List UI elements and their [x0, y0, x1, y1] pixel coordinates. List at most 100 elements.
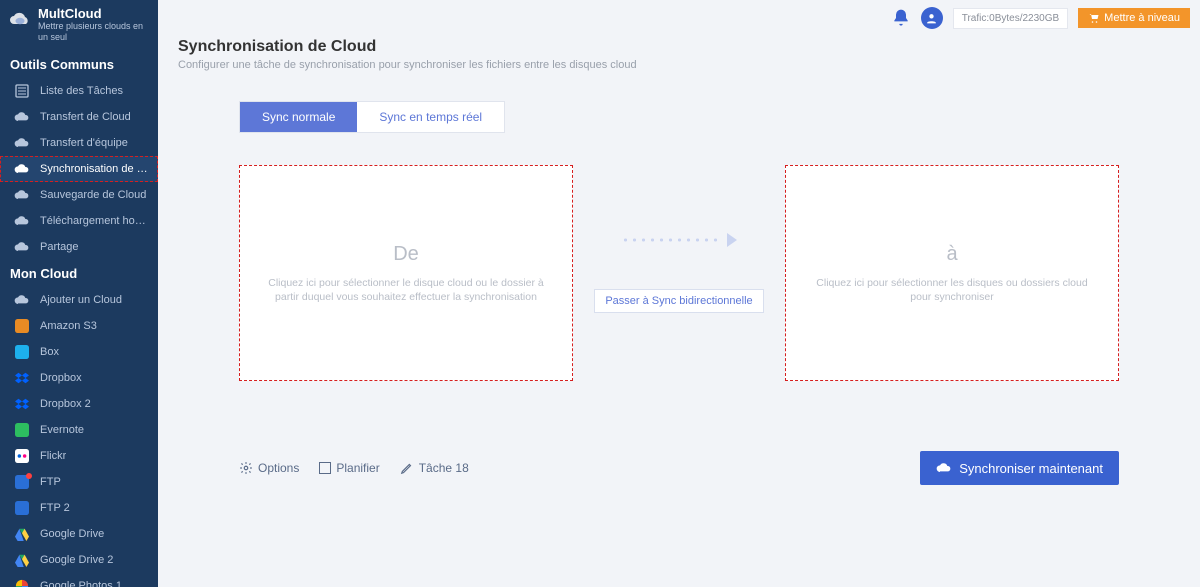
sidebar-item-label: Flickr [40, 450, 66, 462]
google-drive-icon [14, 552, 30, 568]
cloud-sync-icon [14, 161, 30, 177]
topbar: Trafic:0Bytes/2230GB Mettre à niveau [158, 0, 1200, 36]
notification-bell-icon[interactable] [891, 8, 911, 28]
sidebar-item-label: Dropbox [40, 372, 82, 384]
sidebar-item-label: Sauvegarde de Cloud [40, 189, 146, 201]
sidebar-item-label: Google Drive 2 [40, 554, 113, 566]
user-avatar[interactable] [921, 7, 943, 29]
evernote-icon [14, 422, 30, 438]
add-cloud-icon [14, 292, 30, 308]
target-description: Cliquez ici pour sélectionner les disque… [806, 276, 1098, 304]
dropbox-icon [14, 396, 30, 412]
sidebar-item-google-photos-1[interactable]: Google Photos 1 [0, 573, 158, 587]
direction-arrow [621, 233, 737, 247]
sidebar-item-box[interactable]: Box [0, 339, 158, 365]
arrow-head-icon [727, 233, 737, 247]
schedule-label: Planifier [336, 461, 379, 475]
sidebar-item-label: Synchronisation de Cloud [40, 163, 148, 175]
cloud-sync-icon [936, 460, 952, 476]
google-photos-icon [14, 578, 30, 587]
task-name-field[interactable]: Tâche 18 [400, 461, 469, 475]
main-area: Trafic:0Bytes/2230GB Mettre à niveau Syn… [158, 0, 1200, 587]
cart-icon [1088, 12, 1100, 24]
options-label: Options [258, 461, 299, 475]
checkbox-icon [319, 462, 331, 474]
sidebar-item-label: Amazon S3 [40, 320, 97, 332]
sync-mode-tabs: Sync normale Sync en temps réel [239, 101, 505, 133]
sidebar-item-cloud-sync[interactable]: Synchronisation de Cloud [0, 156, 158, 182]
brand-block[interactable]: MultCloud Mettre plusieurs clouds en un … [0, 0, 158, 51]
sync-now-button[interactable]: Synchroniser maintenant [920, 451, 1119, 485]
upgrade-button[interactable]: Mettre à niveau [1078, 8, 1190, 28]
sidebar-item-share[interactable]: Partage [0, 234, 158, 260]
sidebar-item-ftp-2[interactable]: FTP 2 [0, 495, 158, 521]
sidebar-item-label: Ajouter un Cloud [40, 294, 122, 306]
sync-now-label: Synchroniser maintenant [959, 461, 1103, 476]
notification-dot [26, 473, 32, 479]
sidebar-item-cloud-transfer[interactable]: Transfert de Cloud [0, 104, 158, 130]
pencil-icon [400, 461, 414, 475]
ftp-icon [14, 500, 30, 516]
sidebar-item-label: Dropbox 2 [40, 398, 91, 410]
tab-realtime-sync[interactable]: Sync en temps réel [357, 102, 504, 132]
sidebar-item-label: Google Drive [40, 528, 104, 540]
sidebar-item-ftp[interactable]: FTP [0, 469, 158, 495]
flickr-icon [14, 448, 30, 464]
upgrade-label: Mettre à niveau [1104, 12, 1180, 24]
sidebar-section-tools: Outils Communs [0, 51, 158, 78]
arrow-dots [621, 238, 721, 242]
sidebar-section-mycloud: Mon Cloud [0, 260, 158, 287]
sidebar-item-label: Liste des Tâches [40, 85, 123, 97]
sidebar-item-team-transfer[interactable]: Transfert d'équipe [0, 130, 158, 156]
sidebar-item-google-drive[interactable]: Google Drive [0, 521, 158, 547]
source-title: De [393, 243, 419, 266]
source-description: Cliquez ici pour sélectionner le disque … [260, 276, 552, 304]
tab-normal-sync[interactable]: Sync normale [240, 102, 357, 132]
sidebar-item-add-cloud[interactable]: Ajouter un Cloud [0, 287, 158, 313]
content: Synchronisation de Cloud Configurer une … [158, 36, 1200, 587]
sidebar-item-dropbox-2[interactable]: Dropbox 2 [0, 391, 158, 417]
amazon-s3-icon [14, 318, 30, 334]
sidebar-item-offline-download[interactable]: Téléchargement hors ligne [0, 208, 158, 234]
gear-icon [239, 461, 253, 475]
switch-bidirectional-button[interactable]: Passer à Sync bidirectionnelle [594, 289, 763, 313]
cloud-icon [14, 135, 30, 151]
options-link[interactable]: Options [239, 461, 299, 475]
sidebar-item-google-drive-2[interactable]: Google Drive 2 [0, 547, 158, 573]
sidebar-item-label: Evernote [40, 424, 84, 436]
target-drop-panel[interactable]: à Cliquez ici pour sélectionner les disq… [785, 165, 1119, 381]
source-drop-panel[interactable]: De Cliquez ici pour sélectionner le disq… [239, 165, 573, 381]
sidebar-item-amazon-s3[interactable]: Amazon S3 [0, 313, 158, 339]
download-cloud-icon [14, 213, 30, 229]
sidebar-item-label: FTP [40, 476, 61, 488]
sidebar-item-label: Transfert de Cloud [40, 111, 131, 123]
sidebar-item-label: Partage [40, 241, 79, 253]
traffic-indicator[interactable]: Trafic:0Bytes/2230GB [953, 8, 1068, 29]
sidebar-item-flickr[interactable]: Flickr [0, 443, 158, 469]
sidebar-item-label: Google Photos 1 [40, 580, 122, 587]
schedule-link[interactable]: Planifier [319, 461, 379, 475]
dropbox-icon [14, 370, 30, 386]
cloud-icon [14, 187, 30, 203]
direction-middle: Passer à Sync bidirectionnelle [573, 233, 785, 313]
sidebar-item-label: FTP 2 [40, 502, 70, 514]
brand-tagline: Mettre plusieurs clouds en un seul [38, 21, 150, 43]
task-name-text: Tâche 18 [419, 461, 469, 475]
share-cloud-icon [14, 239, 30, 255]
sidebar-item-label: Transfert d'équipe [40, 137, 128, 149]
page-title: Synchronisation de Cloud [178, 38, 1180, 56]
sidebar-item-evernote[interactable]: Evernote [0, 417, 158, 443]
sidebar-item-tasklist[interactable]: Liste des Tâches [0, 78, 158, 104]
box-icon [14, 344, 30, 360]
sidebar-item-dropbox[interactable]: Dropbox [0, 365, 158, 391]
brand-cloud-icon [8, 8, 32, 32]
sidebar-item-label: Box [40, 346, 59, 358]
google-drive-icon [14, 526, 30, 542]
target-title: à [946, 243, 957, 266]
list-icon [14, 83, 30, 99]
sidebar-item-label: Téléchargement hors ligne [40, 215, 148, 227]
cloud-icon [14, 109, 30, 125]
sidebar: MultCloud Mettre plusieurs clouds en un … [0, 0, 158, 587]
sidebar-item-cloud-backup[interactable]: Sauvegarde de Cloud [0, 182, 158, 208]
page-subtitle: Configurer une tâche de synchronisation … [178, 59, 1180, 71]
